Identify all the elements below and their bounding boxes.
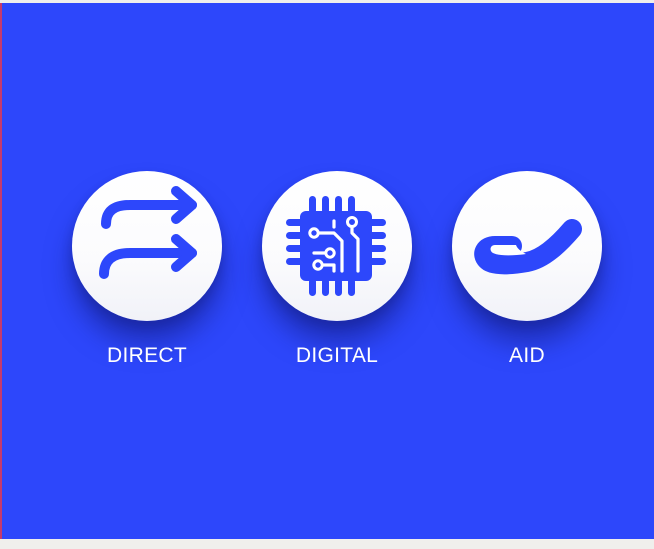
double-arrow-icon <box>99 186 197 279</box>
digital-label: DIGITAL <box>295 344 379 367</box>
direct-circle <box>72 171 222 321</box>
circuit-chip-icon <box>286 196 386 296</box>
digital-circle <box>262 171 412 321</box>
aid-label: AID <box>509 344 545 367</box>
helping-hand-icon <box>474 219 582 275</box>
feature-direct: DIRECT <box>72 171 222 371</box>
blue-panel: DIRECT DIGITAL AID <box>0 3 654 539</box>
aid-circle <box>452 171 602 321</box>
direct-label: DIRECT <box>107 344 187 367</box>
feature-aid: AID <box>452 171 602 371</box>
feature-digital: DIGITAL <box>262 171 412 371</box>
